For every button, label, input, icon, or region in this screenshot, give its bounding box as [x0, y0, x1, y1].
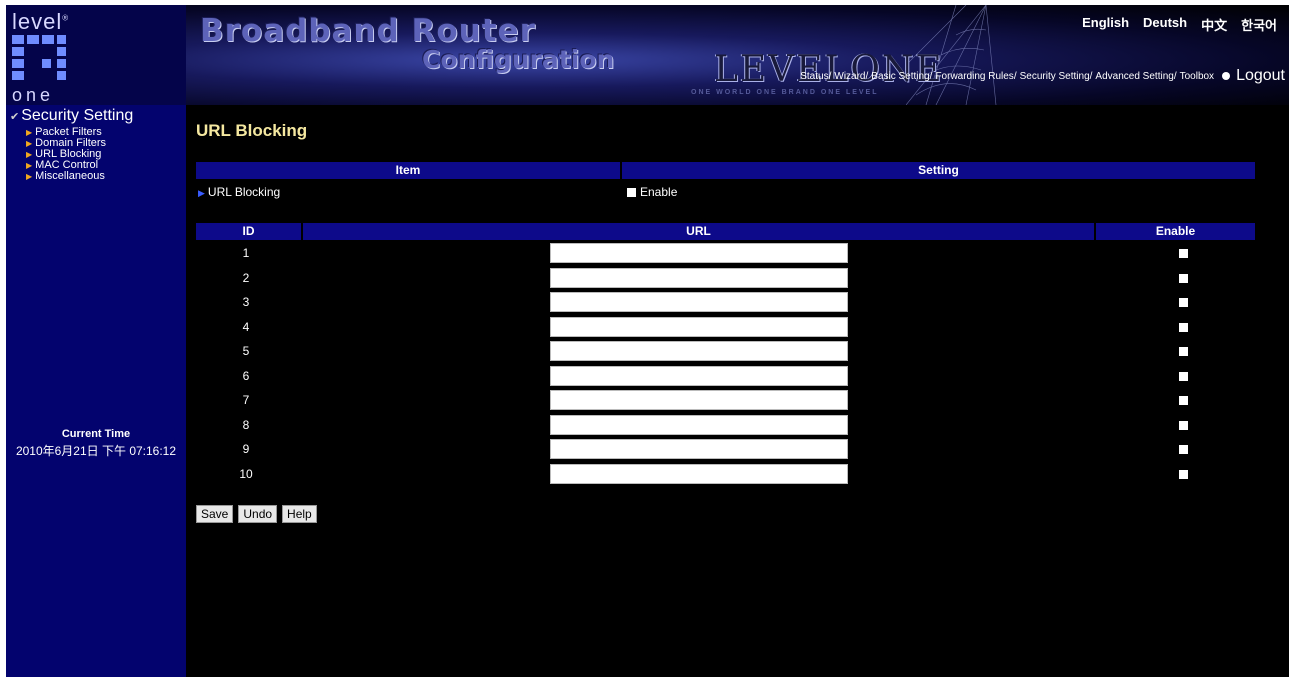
triangle-right-icon: ▶: [26, 139, 33, 148]
row-id: 5: [242, 344, 250, 358]
table-row: 8: [196, 414, 1256, 437]
url-input[interactable]: [550, 316, 848, 337]
lang-deutsh[interactable]: Deutsh: [1143, 15, 1187, 34]
triangle-right-icon: ▶: [26, 128, 33, 137]
arrow-right-icon: ▶: [198, 188, 205, 198]
url-blocking-enable-label: Enable: [640, 185, 678, 199]
logout-label: Logout: [1236, 67, 1285, 84]
url-input[interactable]: [550, 414, 848, 435]
table-row: 6: [196, 365, 1256, 388]
lang-chinese[interactable]: 中文: [1201, 15, 1227, 34]
table-row: 3: [196, 292, 1256, 314]
undo-button[interactable]: Undo: [238, 505, 278, 523]
url-input[interactable]: [550, 292, 848, 312]
row-enable-checkbox[interactable]: [1179, 249, 1188, 258]
levelone-logo: level® one: [6, 5, 186, 105]
lang-english[interactable]: English: [1082, 15, 1129, 34]
triangle-right-icon: ▶: [26, 172, 33, 181]
page-title: URL Blocking: [196, 121, 308, 140]
row-id: 3: [242, 295, 250, 309]
enable-column-header: Enable: [1096, 223, 1255, 240]
row-enable-checkbox[interactable]: [1179, 396, 1188, 405]
header-banner: Broadband Router Configuration LEVELONE …: [186, 5, 1289, 105]
nav-toolbox[interactable]: Toolbox: [1180, 71, 1214, 82]
table-row: 1: [196, 243, 1256, 265]
nav-basic-setting[interactable]: Basic Setting: [871, 71, 929, 82]
url-input[interactable]: [550, 390, 848, 410]
help-button[interactable]: Help: [282, 505, 317, 523]
row-id: 10: [239, 466, 253, 481]
action-buttons: Save Undo Help: [196, 505, 317, 523]
save-button[interactable]: Save: [196, 505, 234, 523]
banner-title: Broadband Router: [200, 13, 536, 49]
row-id: 9: [242, 442, 250, 456]
nav-status[interactable]: Status: [800, 71, 828, 82]
url-blocking-enable-checkbox[interactable]: [627, 187, 636, 197]
table-row: 4: [196, 316, 1256, 339]
logo-text-top: level: [12, 9, 63, 34]
triangle-right-icon: ▶: [26, 161, 33, 170]
bullet-icon: [1222, 72, 1231, 80]
url-column-header: URL: [303, 223, 1094, 240]
url-blocking-item-label: URL Blocking: [207, 185, 281, 199]
triangle-right-icon: ▶: [26, 150, 33, 159]
url-input[interactable]: [550, 439, 848, 459]
table-row: 10: [196, 463, 1256, 486]
nav-forwarding-rules[interactable]: Forwarding Rules: [935, 71, 1013, 82]
row-id: 2: [242, 270, 250, 285]
row-id: 8: [242, 417, 250, 432]
row-id: 1: [242, 246, 250, 260]
router-config-window: level® one Broadband Router Configuratio…: [6, 5, 1289, 677]
row-id: 6: [242, 368, 250, 383]
sidebar-heading[interactable]: ✔ Security Setting: [10, 107, 133, 125]
row-enable-checkbox[interactable]: [1179, 445, 1188, 454]
sidebar-heading-label: Security Setting: [21, 107, 134, 124]
sidebar: ✔ Security Setting ▶ Packet Filters ▶ Domai…: [6, 105, 186, 677]
lang-korean[interactable]: 한국어: [1241, 15, 1277, 34]
row-id: 4: [242, 319, 250, 334]
logo-registered-mark: ®: [62, 13, 70, 23]
url-input[interactable]: [550, 267, 848, 288]
row-enable-checkbox[interactable]: [1179, 347, 1188, 356]
brand-slogan: ONE WORLD ONE BRAND ONE LEVEL: [691, 89, 879, 96]
nav-advanced-setting[interactable]: Advanced Setting: [1095, 71, 1173, 82]
row-enable-checkbox[interactable]: [1179, 469, 1188, 479]
banner-subtitle: Configuration: [422, 45, 615, 74]
url-input[interactable]: [550, 365, 848, 386]
setting-column-header: Setting: [622, 162, 1255, 179]
url-blocking-enable: Enable: [627, 185, 677, 199]
url-input[interactable]: [550, 341, 848, 361]
table-row: 7: [196, 390, 1256, 412]
row-enable-checkbox[interactable]: [1179, 273, 1188, 283]
current-time-label: Current Time: [61, 428, 131, 440]
language-selector: English Deutsh 中文 한국어: [1082, 15, 1277, 34]
row-enable-checkbox[interactable]: [1179, 322, 1188, 332]
nav-security-setting[interactable]: Security Setting: [1020, 71, 1090, 82]
logout-button[interactable]: Logout: [1222, 67, 1285, 85]
checkmark-icon: ✔: [10, 111, 20, 123]
main-content: URL Blocking Item Setting ▶ URL Blocking …: [186, 105, 1289, 677]
table-row: 5: [196, 341, 1256, 363]
logo-text-bottom: one: [12, 85, 55, 105]
nav-wizard[interactable]: Wizard: [834, 71, 865, 82]
row-enable-checkbox[interactable]: [1179, 420, 1188, 430]
url-input[interactable]: [550, 463, 848, 484]
row-enable-checkbox[interactable]: [1179, 298, 1188, 307]
id-column-header: ID: [196, 223, 301, 240]
logo-grid-icon: [12, 35, 68, 85]
current-time: Current Time 2010年6月21日 下午 07:16:12: [6, 428, 186, 459]
table-row: 9: [196, 439, 1256, 461]
sidebar-item-miscellaneous[interactable]: ▶ Miscellaneous: [26, 171, 106, 182]
item-column-header: Item: [196, 162, 620, 179]
top-navigation: Status / Wizard / Basic Setting / Forwardin…: [800, 67, 1285, 85]
url-blocking-item: ▶ URL Blocking: [198, 185, 280, 199]
row-id: 7: [242, 393, 250, 407]
sidebar-menu: ▶ Packet Filters ▶ Domain Filters ▶ URL Blo…: [26, 127, 106, 182]
table-row: 2: [196, 267, 1256, 290]
row-enable-checkbox[interactable]: [1179, 371, 1188, 381]
url-input[interactable]: [550, 243, 848, 263]
current-time-value: 2010年6月21日 下午 07:16:12: [15, 444, 177, 458]
